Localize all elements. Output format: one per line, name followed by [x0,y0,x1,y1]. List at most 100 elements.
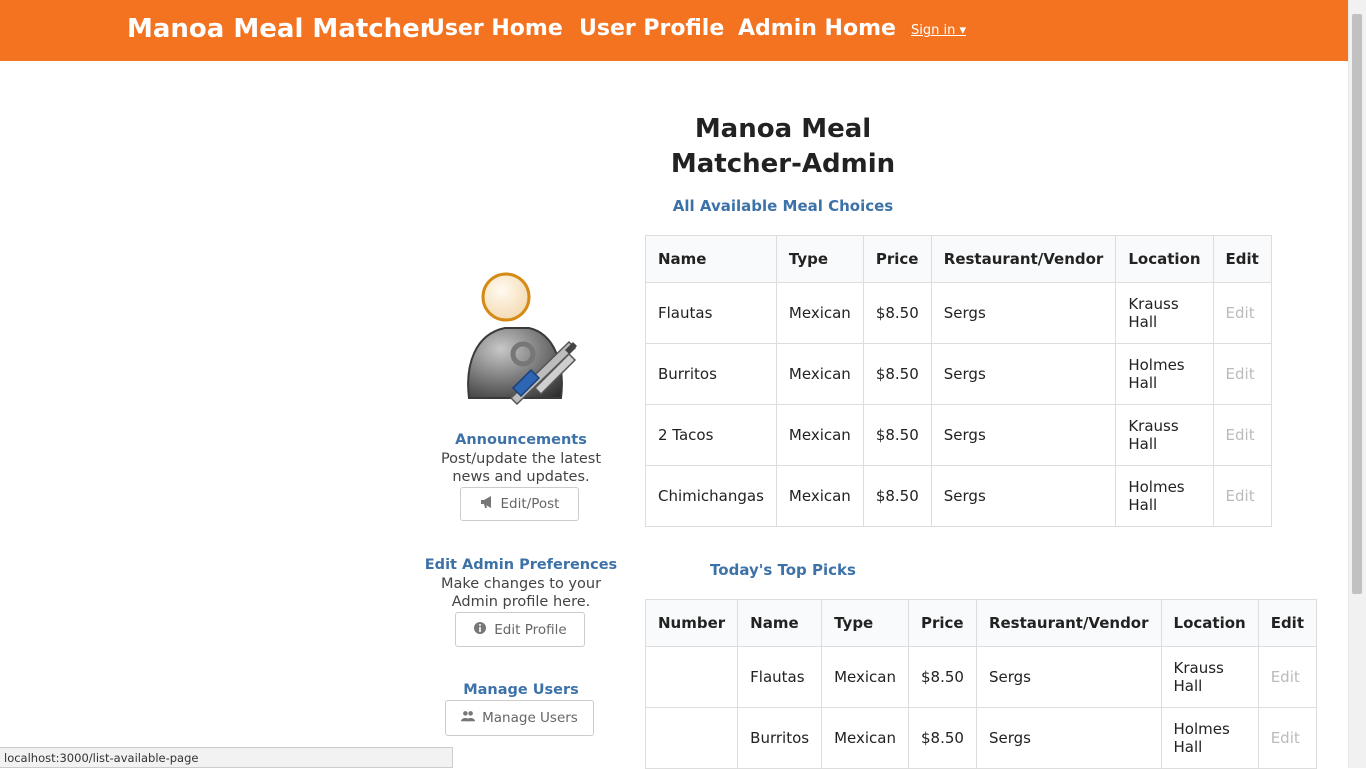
table-row: Flautas Mexican $8.50 Sergs Krauss Hall E… [644,646,1318,708]
edit-profile-label: Edit Profile [494,621,567,638]
edit-post-button[interactable]: Edit/Post [460,487,579,521]
meal-vendor: Sergs [930,282,1117,344]
meal-location: Holmes Hall [1160,707,1259,769]
edit-link[interactable]: Edit [1212,404,1272,466]
nav-user-home[interactable]: User Home [427,16,563,41]
meal-location: Holmes Hall [1115,465,1214,527]
edit-preferences-title: Edit Admin Preferences [424,557,618,573]
column-header: Restaurant/Vendor [930,235,1117,283]
scrollbar-thumb[interactable] [1352,14,1362,594]
table-row: Burritos Mexican $8.50 Sergs Holmes Hall … [644,707,1318,769]
column-header: Type [821,599,909,647]
page-title: Manoa Meal Matcher-Admin [640,112,926,182]
page-title-line2: Matcher-Admin [670,149,896,179]
location-line2: Hall [1128,496,1158,514]
top-navbar: Manoa Meal Matcher User Home User Profil… [0,0,1349,61]
admin-avatar-icon [461,270,586,410]
bullhorn-icon [480,495,494,513]
meal-name: Flautas [737,646,823,708]
brand-link[interactable]: Manoa Meal Matcher [127,14,433,44]
meal-name: Burritos [645,343,777,405]
meal-name: Chimichangas [645,465,777,527]
table-row: Burritos Mexican $8.50 Sergs Holmes Hall … [645,343,1272,405]
available-meals-table: Name Type Price Restaurant/Vendor Locati… [645,235,1272,527]
preferences-desc-line2: Admin profile here. [451,594,591,610]
edit-link[interactable]: Edit [1257,707,1318,769]
meal-type: Mexican [775,465,864,527]
location-line1: Krauss [1128,417,1179,435]
meal-vendor: Sergs [930,404,1117,466]
edit-link[interactable]: Edit [1257,646,1318,708]
location-line1: Holmes [1128,356,1185,374]
meal-type: Mexican [775,404,864,466]
location-line1: Holmes [1128,478,1185,496]
browser-status-bar: localhost:3000/list-available-page [0,747,453,768]
meal-price: $8.50 [862,282,932,344]
meal-name: Burritos [737,707,823,769]
meal-price: $8.50 [908,646,977,708]
announcements-description: Post/update the latest news and updates. [411,450,631,486]
announcements-desc-line2: news and updates. [452,469,590,485]
page-title-line1: Manoa Meal [694,114,872,144]
location-line1: Holmes [1173,720,1230,738]
manage-users-button[interactable]: Manage Users [445,700,594,736]
location-line1: Krauss [1128,295,1179,313]
top-picks-table: Number Name Type Price Restaurant/Vendor… [644,599,1318,769]
info-circle-icon [473,621,487,639]
edit-link[interactable]: Edit [1212,465,1272,527]
meal-location: Krauss Hall [1115,282,1214,344]
edit-link[interactable]: Edit [1212,282,1272,344]
meal-type: Mexican [821,646,909,708]
nav-admin-home[interactable]: Admin Home [738,16,896,41]
meal-location: Holmes Hall [1115,343,1214,405]
column-header: Location [1115,235,1214,283]
meal-type: Mexican [775,282,864,344]
column-header: Name [645,235,777,283]
meal-vendor: Sergs [930,343,1117,405]
meal-location: Krauss Hall [1160,646,1259,708]
meal-price: $8.50 [908,707,977,769]
column-header: Type [775,235,864,283]
column-header: Name [737,599,823,647]
table-header-row: Number Name Type Price Restaurant/Vendor… [644,599,1318,647]
users-icon [461,709,476,727]
meal-vendor: Sergs [930,465,1117,527]
edit-profile-button[interactable]: Edit Profile [455,612,585,647]
preferences-description: Make changes to your Admin profile here. [411,575,631,611]
column-header: Number [644,599,739,647]
location-line2: Hall [1128,435,1158,453]
nav-user-profile[interactable]: User Profile [579,16,724,41]
table-row: Flautas Mexican $8.50 Sergs Krauss Hall E… [645,282,1272,344]
location-line2: Hall [1173,738,1203,756]
column-header: Edit [1212,235,1272,283]
pick-number [644,707,739,769]
edit-post-label: Edit/Post [500,496,560,512]
meal-price: $8.50 [862,343,932,405]
column-header: Price [908,599,977,647]
top-picks-heading: Today's Top Picks [710,561,856,579]
page-scrollbar[interactable] [1348,0,1366,768]
meal-location: Krauss Hall [1115,404,1214,466]
pick-number [644,646,739,708]
preferences-desc-line1: Make changes to your [440,576,602,592]
announcements-title: Announcements [455,432,587,448]
meal-vendor: Sergs [975,707,1162,769]
location-line2: Hall [1128,374,1158,392]
manage-users-label: Manage Users [482,710,578,726]
table-header-row: Name Type Price Restaurant/Vendor Locati… [645,235,1272,283]
manage-users-title: Manage Users [463,682,579,698]
table-row: Chimichangas Mexican $8.50 Sergs Holmes H… [645,465,1272,527]
meal-name: 2 Tacos [645,404,777,466]
location-line1: Krauss [1173,659,1224,677]
meal-vendor: Sergs [975,646,1162,708]
edit-link[interactable]: Edit [1212,343,1272,405]
announcements-desc-line1: Post/update the latest [440,451,602,467]
column-header: Restaurant/Vendor [975,599,1162,647]
location-line2: Hall [1173,677,1203,695]
table-row: 2 Tacos Mexican $8.50 Sergs Krauss Hall E… [645,404,1272,466]
signin-dropdown[interactable]: Sign in ▾ [911,23,966,38]
meal-price: $8.50 [862,465,932,527]
column-header: Price [862,235,932,283]
meal-name: Flautas [645,282,777,344]
meal-type: Mexican [821,707,909,769]
